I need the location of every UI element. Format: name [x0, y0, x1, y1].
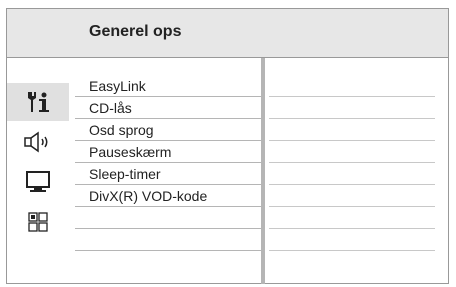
monitor-icon — [26, 171, 50, 192]
column-divider — [261, 58, 265, 284]
speaker-icon — [24, 131, 48, 153]
option-row-line — [269, 228, 435, 229]
menu-item-empty — [75, 229, 261, 251]
menu-item-screensaver[interactable]: Pauseskærm — [75, 141, 261, 163]
sidebar-item-preferences[interactable] — [7, 203, 69, 241]
menu-item-divx-vod-code[interactable]: DivX(R) VOD-kode — [75, 185, 261, 207]
menu-header: Generel ops — [7, 9, 448, 58]
option-row-line — [269, 118, 435, 119]
menu-item-osd-language[interactable]: Osd sprog — [75, 119, 261, 141]
settings-tools-icon — [28, 92, 49, 112]
menu-item-empty — [75, 207, 261, 229]
menu-item-sleep-timer[interactable]: Sleep-timer — [75, 163, 261, 185]
sidebar-item-audio-setup[interactable] — [7, 123, 69, 161]
sidebar-item-general-setup[interactable] — [7, 83, 69, 121]
option-row-line — [269, 184, 435, 185]
option-row-line — [269, 162, 435, 163]
menu-item-easylink[interactable]: EasyLink — [75, 75, 261, 97]
option-row-line — [269, 140, 435, 141]
option-row-line — [269, 206, 435, 207]
menu-item-cd-lock[interactable]: CD-lås — [75, 97, 261, 119]
sidebar-item-video-setup[interactable] — [7, 163, 69, 201]
settings-window: Generel ops EasyLink CD-lås Osd sprog Pa… — [6, 8, 449, 284]
page-title: Generel ops — [89, 23, 182, 40]
option-row-line — [269, 96, 435, 97]
preferences-grid-icon — [28, 212, 48, 232]
option-row-line — [269, 250, 435, 251]
